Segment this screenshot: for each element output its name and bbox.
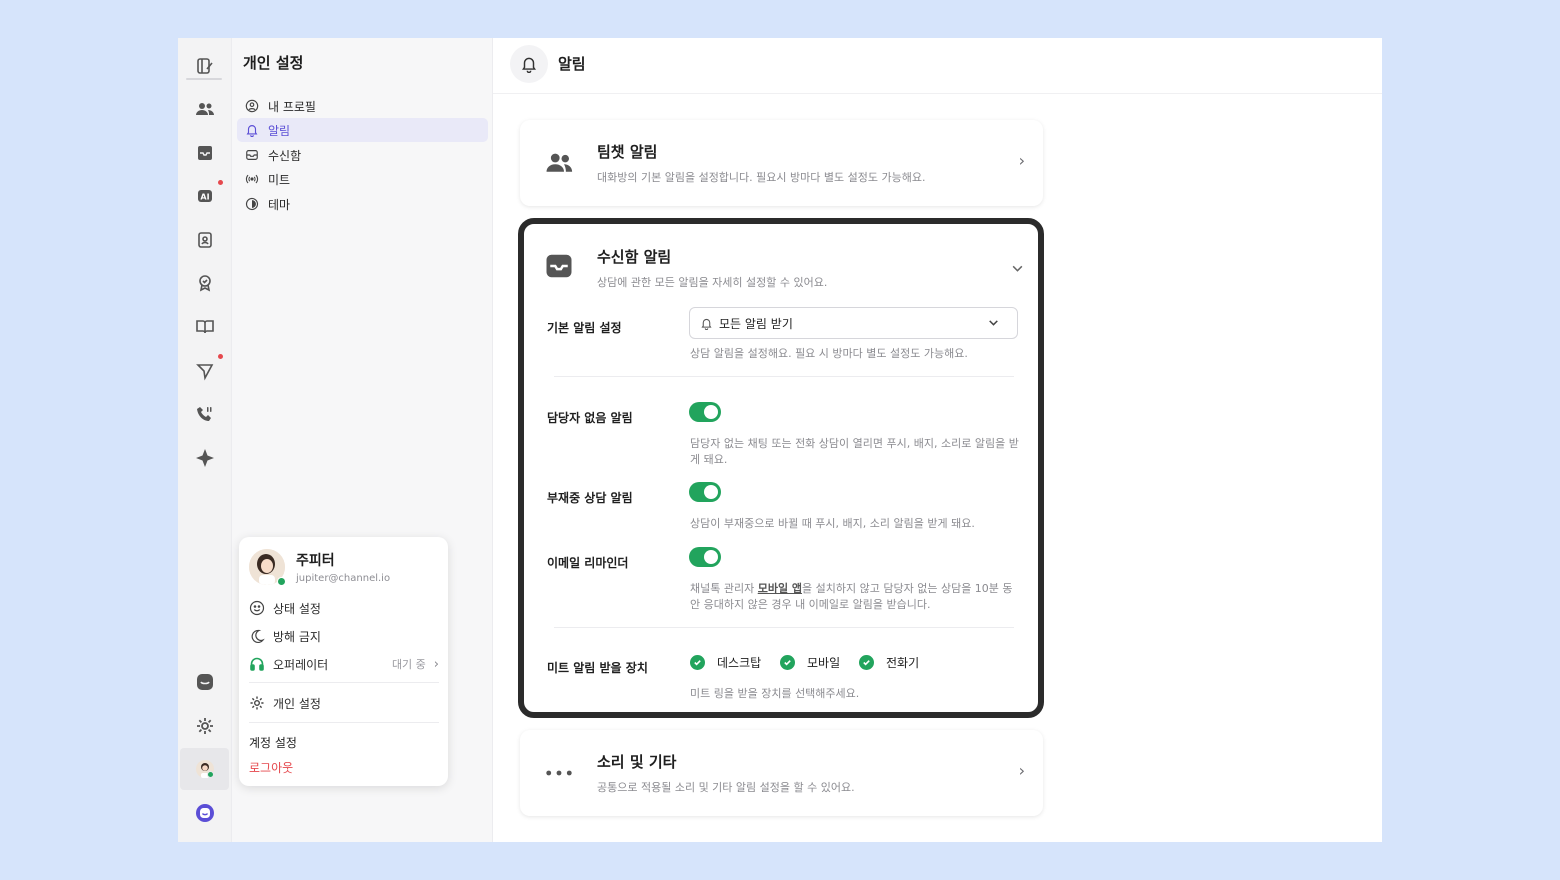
select-value: 모든 알림 받기: [719, 316, 793, 331]
unassigned-notification-desc: 담당자 없는 채팅 또는 전화 상담이 열리면 푸시, 배지, 소리로 알림을 …: [690, 437, 1019, 466]
device-checkbox-desktop[interactable]: 데스크탑: [690, 653, 761, 671]
device-checkbox-mobile[interactable]: 모바일: [780, 653, 840, 671]
sparkle-icon[interactable]: [187, 440, 223, 476]
inbox-icon[interactable]: [187, 135, 223, 171]
teamchat-notification-card[interactable]: 팀챗 알림 대화방의 기본 알림을 설정합니다. 필요시 방마다 별도 설정도 …: [520, 120, 1043, 206]
away-notification-desc: 상담이 부재중으로 바뀔 때 푸시, 배지, 소리 알림을 받게 돼요.: [690, 517, 975, 530]
user-name: 주피터: [296, 553, 335, 569]
sidebar-item-label: 수신함: [268, 148, 302, 163]
logout-link[interactable]: 로그아웃: [249, 759, 293, 776]
card-subtitle: 대화방의 기본 알림을 설정합니다. 필요시 방마다 별도 설정도 가능해요.: [597, 171, 926, 184]
operator-item[interactable]: 오퍼레이터 대기 중 ›: [249, 653, 439, 675]
badge-check-icon[interactable]: [187, 265, 223, 301]
more-dots-icon: [542, 756, 576, 790]
headset-icon: [250, 657, 264, 671]
sidebar-item-theme[interactable]: 테마: [237, 192, 488, 216]
away-notification-toggle[interactable]: [689, 482, 721, 502]
card-subtitle: 상담에 관한 모든 알림을 자세히 설정할 수 있어요.: [597, 276, 828, 289]
card-title: 소리 및 기타: [597, 753, 677, 771]
do-not-disturb-item[interactable]: 방해 금지: [249, 625, 439, 647]
team-icon[interactable]: [187, 91, 223, 127]
meet-devices-desc: 미트 링을 받을 장치를 선택해주세요.: [690, 687, 860, 700]
user-email: jupiter@channel.io: [296, 573, 391, 584]
unassigned-notification-toggle[interactable]: [689, 402, 721, 422]
device-checkbox-phone[interactable]: 전화기: [859, 653, 919, 671]
check-icon: [780, 654, 795, 670]
sidebar-item-label: 알림: [268, 123, 291, 138]
team-icon: [542, 146, 576, 180]
channel-logo-icon[interactable]: [187, 795, 223, 831]
avatar-button[interactable]: [187, 751, 223, 787]
card-title: 팀챗 알림: [597, 143, 658, 161]
card-title: 수신함 알림: [597, 248, 672, 266]
broadcast-icon: [245, 174, 259, 184]
sidebar-item-inbox[interactable]: 수신함: [237, 143, 488, 167]
email-reminder-desc: 채널톡 관리자 모바일 앱을 설치하지 않고 담당자 없는 상담을 10분 동안…: [690, 582, 1013, 611]
bell-icon: [510, 45, 548, 83]
sidebar-item-label: 미트: [268, 172, 291, 187]
default-notification-label: 기본 알림 설정: [547, 321, 622, 335]
sidebar-item-notifications[interactable]: 알림: [237, 118, 488, 142]
settings-sidebar: 개인 설정 내 프로필 알림 수신함 미트 테마 주피터 jupiter@cha…: [232, 38, 493, 842]
sidebar-item-label: 테마: [268, 197, 291, 212]
profile-popup: 주피터 jupiter@channel.io 상태 설정 방해 금지 오퍼레이터…: [239, 537, 448, 786]
check-icon: [859, 654, 874, 670]
svg-text:AI: AI: [200, 193, 209, 202]
inbox-icon: [542, 249, 576, 283]
contacts-icon[interactable]: [187, 222, 223, 258]
sidebar-item-profile[interactable]: 내 프로필: [237, 94, 488, 118]
meet-devices-label: 미트 알림 받을 장치: [547, 661, 648, 675]
personal-settings-item[interactable]: 개인 설정: [249, 692, 439, 714]
bell-icon: [701, 318, 712, 330]
email-reminder-toggle[interactable]: [689, 547, 721, 567]
away-notification-label: 부재중 상담 알림: [547, 491, 633, 505]
send-icon[interactable]: [187, 353, 223, 389]
sound-notification-card[interactable]: 소리 및 기타 공통으로 적용될 소리 및 기타 알림 설정을 할 수 있어요.…: [520, 730, 1043, 816]
unassigned-notification-label: 담당자 없음 알림: [547, 411, 633, 425]
operator-status: 대기 중: [391, 658, 426, 671]
gear-icon: [250, 696, 264, 710]
sidebar-item-label: 내 프로필: [268, 99, 316, 114]
mobile-app-link[interactable]: 모바일 앱: [758, 582, 802, 595]
chevron-down-icon[interactable]: [1011, 260, 1024, 279]
smile-icon: [249, 600, 265, 616]
moon-icon: [251, 629, 265, 644]
email-reminder-label: 이메일 리마인더: [547, 556, 629, 570]
profile-icon: [245, 99, 259, 113]
book-icon[interactable]: [187, 309, 223, 345]
theme-icon: [245, 197, 259, 211]
inbox-icon: [246, 150, 258, 160]
gear-icon[interactable]: [187, 708, 223, 744]
sidebar-title: 개인 설정: [243, 54, 304, 72]
chevron-right-icon: ›: [1018, 151, 1025, 170]
page-header: 알림: [493, 38, 1382, 94]
bell-icon: [246, 125, 258, 137]
chevron-down-icon: [989, 320, 998, 326]
channel-chat-icon[interactable]: [187, 664, 223, 700]
inbox-notification-card: 수신함 알림 상담에 관한 모든 알림을 자세히 설정할 수 있어요. 기본 알…: [518, 218, 1044, 718]
chevron-right-icon: ›: [433, 656, 439, 672]
card-subtitle: 공통으로 적용될 소리 및 기타 알림 설정을 할 수 있어요.: [597, 781, 855, 794]
status-setting-item[interactable]: 상태 설정: [249, 597, 439, 619]
phone-icon[interactable]: [187, 396, 223, 432]
icon-rail: AI: [178, 38, 232, 842]
app-window: AI 개인 설정 내 프로필 알림 수신함 미트 테마 주피터 jupiter@…: [178, 38, 1382, 842]
check-icon: [690, 654, 705, 670]
default-notification-select[interactable]: 모든 알림 받기: [689, 307, 1018, 339]
sidebar-item-meet[interactable]: 미트: [237, 167, 488, 191]
page-title: 알림: [558, 55, 586, 73]
online-status-dot: [277, 577, 286, 586]
default-notification-desc: 상담 알림을 설정해요. 필요 시 방마다 별도 설정도 가능해요.: [690, 347, 968, 360]
chevron-right-icon: ›: [1018, 761, 1025, 780]
account-settings-link[interactable]: 계정 설정: [249, 734, 297, 751]
